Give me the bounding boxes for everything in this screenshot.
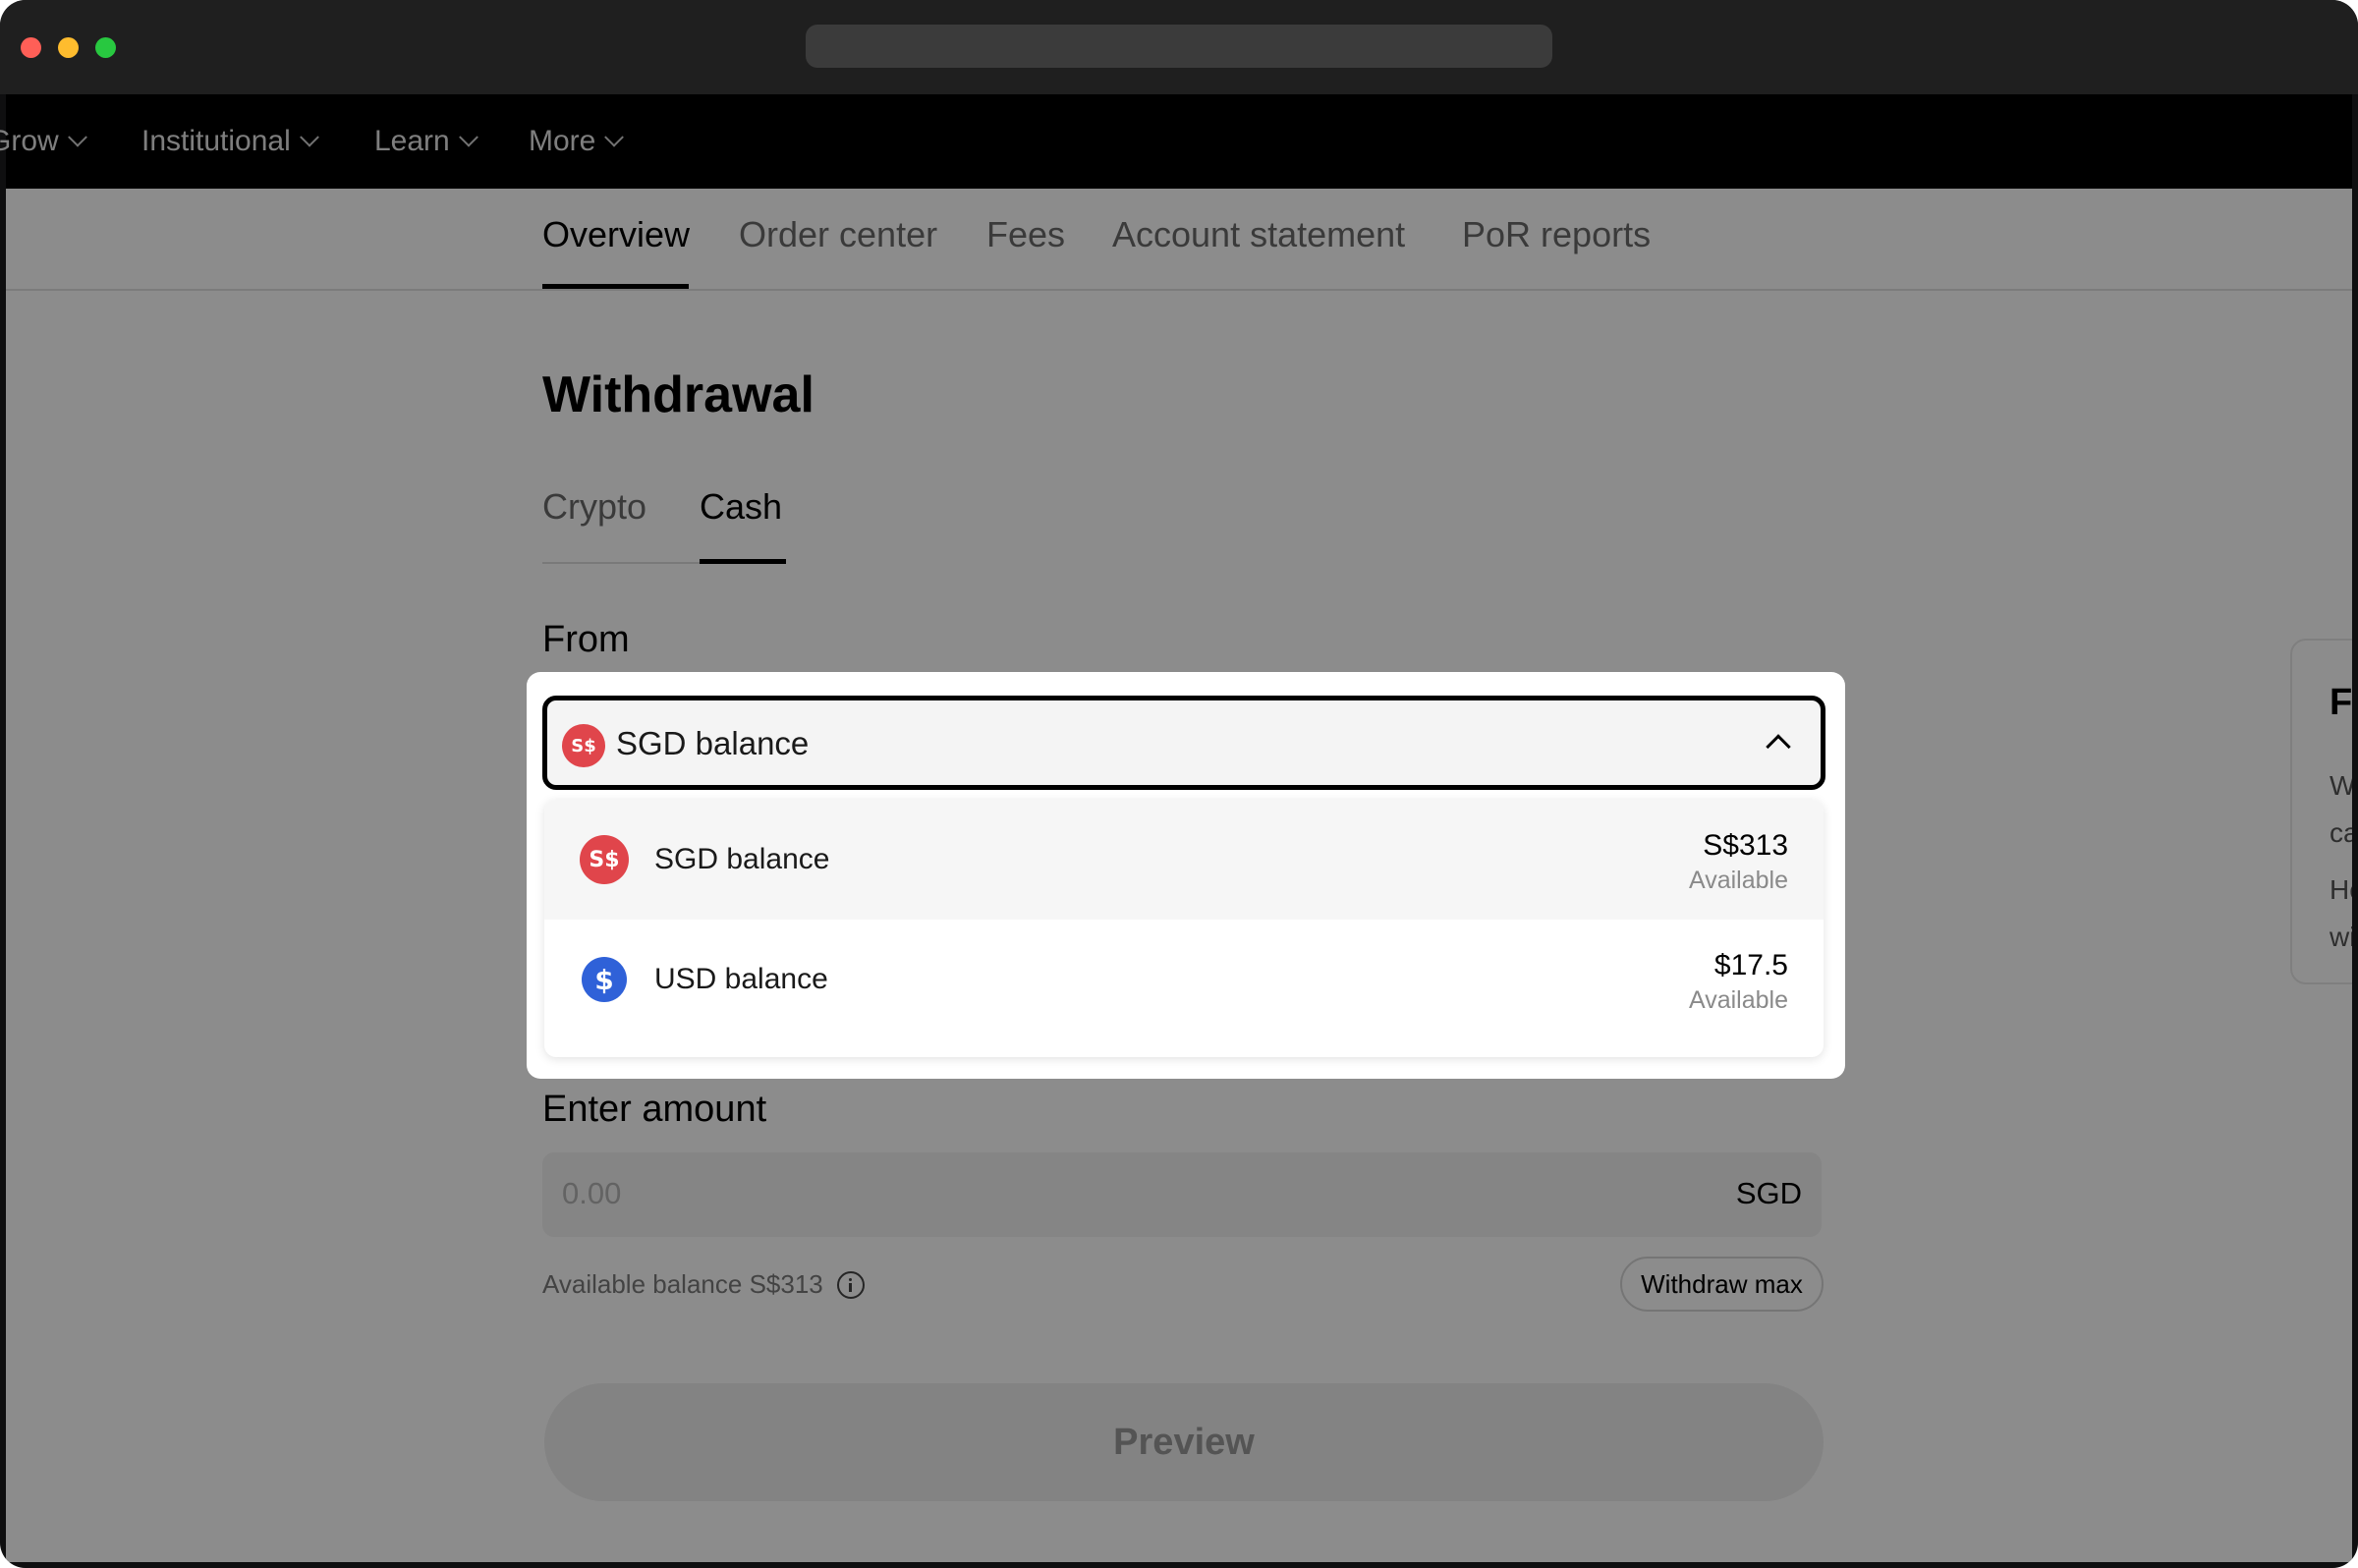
balance-dropdown: S$ SGD balance S$ SGD balance S$313 Avai… [527, 672, 1845, 1079]
from-balance-select[interactable]: S$ SGD balance [542, 696, 1825, 790]
address-bar[interactable] [806, 25, 1552, 68]
sgd-coin-icon: S$ [580, 835, 629, 884]
title-bar [0, 0, 2358, 94]
option-amount: $17.5 [1713, 949, 1788, 981]
balance-options-list: S$ SGD balance S$313 Available $ USD bal… [544, 800, 1824, 1057]
option-available-label: Available [1688, 986, 1788, 1014]
option-label: USD balance [654, 963, 828, 995]
option-sgd-balance[interactable]: S$ SGD balance S$313 Available [544, 800, 1824, 920]
option-amount: S$313 [1703, 829, 1788, 862]
chevron-up-icon [1766, 734, 1791, 759]
option-usd-balance[interactable]: $ USD balance $17.5 Available [544, 920, 1824, 1039]
usd-coin-icon: $ [582, 957, 627, 1002]
option-label: SGD balance [654, 843, 830, 875]
browser-window: Grow Institutional Learn More Overview O… [0, 0, 2358, 1568]
selected-balance-label: SGD balance [616, 725, 810, 761]
zoom-window-button[interactable] [95, 37, 116, 58]
option-available-label: Available [1688, 867, 1788, 894]
minimize-window-button[interactable] [58, 37, 79, 58]
sgd-coin-icon: S$ [562, 724, 605, 767]
close-window-button[interactable] [21, 37, 41, 58]
